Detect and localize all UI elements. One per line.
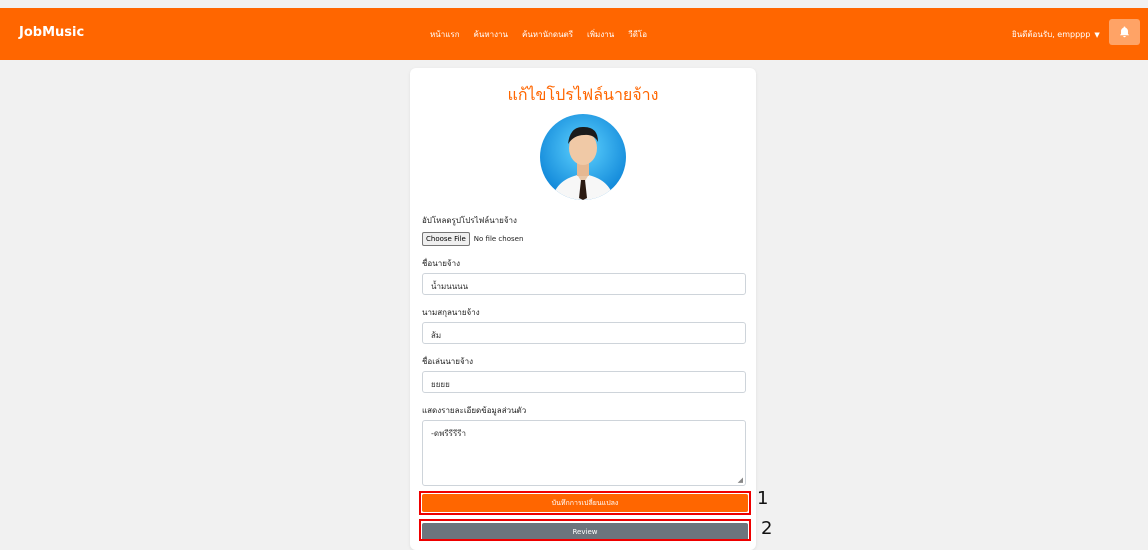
annotation-number-2: 2 [761,518,773,539]
nav-links: หน้าแรก ค้นหางาน ค้นหานักดนตรี เพิ่มงาน … [430,28,647,41]
top-navbar: JobMusic หน้าแรก ค้นหางาน ค้นหานักดนตรี … [0,8,1148,60]
nickname-field[interactable]: ยยยย [422,371,746,393]
resize-grip-icon[interactable]: ◢ [738,476,743,484]
last-name-label: นามสกุลนายจ้าง [422,308,480,317]
nav-home[interactable]: หน้าแรก [430,28,460,41]
nickname-label: ชื่อเล่นนายจ้าง [422,357,474,366]
nav-add-job[interactable]: เพิ่มงาน [587,28,614,41]
file-input[interactable]: Choose File No file chosen [422,232,523,246]
annotation-box-2 [419,519,751,541]
detail-textarea[interactable]: -ดพรีรีรีรีา ◢ [422,420,746,486]
nav-find-job[interactable]: ค้นหางาน [474,28,508,41]
nav-video[interactable]: วีดีโอ [628,28,647,41]
page-title: แก้ไขโปรไฟล์นายจ้าง [507,85,659,104]
upload-label: อัปโหลดรูปโปรไฟล์นายจ้าง [422,216,517,225]
first-name-label: ชื่อนายจ้าง [422,259,460,268]
detail-text: -ดพรีรีรีรีา [431,429,467,438]
annotation-box-1 [419,491,751,515]
detail-label: แสดงรายละเอียดข้อมูลส่วนตัว [422,406,527,415]
notification-button[interactable] [1109,19,1140,45]
avatar [540,114,626,200]
user-menu[interactable]: ยินดีต้อนรับ, empppp ▼ [1012,28,1100,41]
nav-find-musician[interactable]: ค้นหานักดนตรี [522,28,573,41]
edit-profile-card: แก้ไขโปรไฟล์นายจ้าง อัปโหลดรูปโปรไฟล์นาย… [410,68,756,550]
last-name-field[interactable]: ส้ม [422,322,746,344]
brand-logo[interactable]: JobMusic [19,25,84,40]
choose-file-button[interactable]: Choose File [422,232,470,246]
user-greeting: ยินดีต้อนรับ, empppp [1012,30,1091,39]
bell-icon [1119,26,1130,38]
no-file-text: No file chosen [473,235,524,243]
first-name-field[interactable]: น้ำมนนนน [422,273,746,295]
chevron-down-icon: ▼ [1094,30,1100,39]
annotation-number-1: 1 [757,488,769,509]
